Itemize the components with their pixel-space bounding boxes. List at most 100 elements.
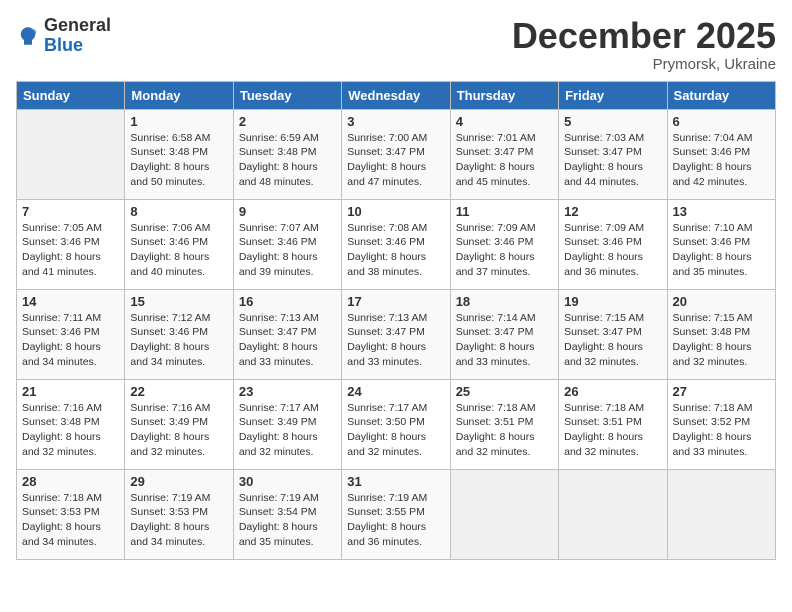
day-info: Sunrise: 7:04 AM Sunset: 3:46 PM Dayligh… [673,131,770,190]
day-number: 2 [239,114,336,129]
day-info: Sunrise: 7:13 AM Sunset: 3:47 PM Dayligh… [347,311,444,370]
day-info: Sunrise: 7:09 AM Sunset: 3:46 PM Dayligh… [456,221,553,280]
location-subtitle: Prymorsk, Ukraine [512,56,776,73]
day-number: 6 [673,114,770,129]
calendar-cell [559,469,667,559]
calendar-cell: 18Sunrise: 7:14 AM Sunset: 3:47 PM Dayli… [450,289,558,379]
day-info: Sunrise: 7:08 AM Sunset: 3:46 PM Dayligh… [347,221,444,280]
day-number: 16 [239,294,336,309]
calendar-cell: 27 Sunrise: 7:18 AM Sunset: 3:52 PM Dayli… [667,379,775,469]
day-number: 9 [239,204,336,219]
day-number: 1 [130,114,227,129]
day-info: Sunrise: 7:15 AM Sunset: 3:48 PM Dayligh… [673,311,770,370]
day-number: 26 [564,384,661,399]
calendar-week-1: 1Sunrise: 6:58 AM Sunset: 3:48 PM Daylig… [17,109,776,199]
calendar-cell: 8 Sunrise: 7:06 AM Sunset: 3:46 PM Daylig… [125,199,233,289]
day-number: 23 [239,384,336,399]
calendar-cell: 6 Sunrise: 7:04 AM Sunset: 3:46 PM Daylig… [667,109,775,199]
calendar-cell: 24 Sunrise: 7:17 AM Sunset: 3:50 PM Dayli… [342,379,450,469]
weekday-header-wednesday: Wednesday [342,81,450,109]
day-number: 17 [347,294,444,309]
calendar-table: SundayMondayTuesdayWednesdayThursdayFrid… [16,81,776,560]
weekday-header-saturday: Saturday [667,81,775,109]
calendar-cell: 31 Sunrise: 7:19 AM Sunset: 3:55 PM Dayli… [342,469,450,559]
calendar-week-5: 28 Sunrise: 7:18 AM Sunset: 3:53 PM Dayli… [17,469,776,559]
title-block: December 2025 Prymorsk, Ukraine [512,16,776,73]
calendar-cell [450,469,558,559]
weekday-header-friday: Friday [559,81,667,109]
day-info: Sunrise: 7:19 AM Sunset: 3:55 PM Dayligh… [347,491,444,550]
day-info: Sunrise: 7:00 AM Sunset: 3:47 PM Dayligh… [347,131,444,190]
day-info: Sunrise: 7:01 AM Sunset: 3:47 PM Dayligh… [456,131,553,190]
calendar-cell: 4Sunrise: 7:01 AM Sunset: 3:47 PM Daylig… [450,109,558,199]
day-info: Sunrise: 7:18 AM Sunset: 3:52 PM Dayligh… [673,401,770,460]
day-number: 22 [130,384,227,399]
day-info: Sunrise: 7:10 AM Sunset: 3:46 PM Dayligh… [673,221,770,280]
calendar-cell: 22 Sunrise: 7:16 AM Sunset: 3:49 PM Dayli… [125,379,233,469]
day-info: Sunrise: 7:06 AM Sunset: 3:46 PM Dayligh… [130,221,227,280]
calendar-cell: 28 Sunrise: 7:18 AM Sunset: 3:53 PM Dayli… [17,469,125,559]
day-number: 10 [347,204,444,219]
day-number: 13 [673,204,770,219]
calendar-week-4: 21Sunrise: 7:16 AM Sunset: 3:48 PM Dayli… [17,379,776,469]
calendar-cell: 17 Sunrise: 7:13 AM Sunset: 3:47 PM Dayli… [342,289,450,379]
day-info: Sunrise: 7:13 AM Sunset: 3:47 PM Dayligh… [239,311,336,370]
day-info: Sunrise: 7:19 AM Sunset: 3:53 PM Dayligh… [130,491,227,550]
calendar-cell: 15Sunrise: 7:12 AM Sunset: 3:46 PM Dayli… [125,289,233,379]
day-info: Sunrise: 7:17 AM Sunset: 3:50 PM Dayligh… [347,401,444,460]
day-number: 5 [564,114,661,129]
calendar-cell: 23 Sunrise: 7:17 AM Sunset: 3:49 PM Dayli… [233,379,341,469]
day-number: 8 [130,204,227,219]
calendar-week-3: 14 Sunrise: 7:11 AM Sunset: 3:46 PM Dayli… [17,289,776,379]
calendar-cell: 7 Sunrise: 7:05 AM Sunset: 3:46 PM Daylig… [17,199,125,289]
logo-icon [16,24,40,48]
weekday-header-monday: Monday [125,81,233,109]
calendar-cell: 19Sunrise: 7:15 AM Sunset: 3:47 PM Dayli… [559,289,667,379]
day-number: 24 [347,384,444,399]
calendar-cell: 12 Sunrise: 7:09 AM Sunset: 3:46 PM Dayli… [559,199,667,289]
day-number: 18 [456,294,553,309]
day-info: Sunrise: 7:18 AM Sunset: 3:51 PM Dayligh… [564,401,661,460]
day-info: Sunrise: 6:59 AM Sunset: 3:48 PM Dayligh… [239,131,336,190]
day-number: 25 [456,384,553,399]
day-number: 28 [22,474,119,489]
day-number: 12 [564,204,661,219]
calendar-cell: 13 Sunrise: 7:10 AM Sunset: 3:46 PM Dayli… [667,199,775,289]
calendar-cell [667,469,775,559]
month-title: December 2025 [512,16,776,56]
day-info: Sunrise: 7:09 AM Sunset: 3:46 PM Dayligh… [564,221,661,280]
calendar-cell: 9Sunrise: 7:07 AM Sunset: 3:46 PM Daylig… [233,199,341,289]
weekday-header-row: SundayMondayTuesdayWednesdayThursdayFrid… [17,81,776,109]
calendar-cell: 29Sunrise: 7:19 AM Sunset: 3:53 PM Dayli… [125,469,233,559]
calendar-cell: 21Sunrise: 7:16 AM Sunset: 3:48 PM Dayli… [17,379,125,469]
day-number: 7 [22,204,119,219]
calendar-cell [17,109,125,199]
logo: General Blue [16,16,111,56]
calendar-cell: 5Sunrise: 7:03 AM Sunset: 3:47 PM Daylig… [559,109,667,199]
logo-blue-text: Blue [44,35,83,55]
calendar-cell: 14 Sunrise: 7:11 AM Sunset: 3:46 PM Dayli… [17,289,125,379]
day-info: Sunrise: 7:05 AM Sunset: 3:46 PM Dayligh… [22,221,119,280]
day-number: 21 [22,384,119,399]
day-info: Sunrise: 7:15 AM Sunset: 3:47 PM Dayligh… [564,311,661,370]
day-number: 11 [456,204,553,219]
page-header: General Blue December 2025 Prymorsk, Ukr… [16,16,776,73]
day-info: Sunrise: 7:17 AM Sunset: 3:49 PM Dayligh… [239,401,336,460]
weekday-header-tuesday: Tuesday [233,81,341,109]
calendar-cell: 25 Sunrise: 7:18 AM Sunset: 3:51 PM Dayli… [450,379,558,469]
weekday-header-sunday: Sunday [17,81,125,109]
day-info: Sunrise: 7:16 AM Sunset: 3:49 PM Dayligh… [130,401,227,460]
day-number: 31 [347,474,444,489]
calendar-cell: 2 Sunrise: 6:59 AM Sunset: 3:48 PM Daylig… [233,109,341,199]
calendar-cell: 30Sunrise: 7:19 AM Sunset: 3:54 PM Dayli… [233,469,341,559]
day-number: 3 [347,114,444,129]
day-info: Sunrise: 7:18 AM Sunset: 3:53 PM Dayligh… [22,491,119,550]
day-number: 20 [673,294,770,309]
day-info: Sunrise: 7:18 AM Sunset: 3:51 PM Dayligh… [456,401,553,460]
logo-general-text: General [44,15,111,35]
calendar-cell: 16 Sunrise: 7:13 AM Sunset: 3:47 PM Dayli… [233,289,341,379]
day-info: Sunrise: 7:11 AM Sunset: 3:46 PM Dayligh… [22,311,119,370]
calendar-cell: 10 Sunrise: 7:08 AM Sunset: 3:46 PM Dayli… [342,199,450,289]
day-number: 27 [673,384,770,399]
day-number: 14 [22,294,119,309]
